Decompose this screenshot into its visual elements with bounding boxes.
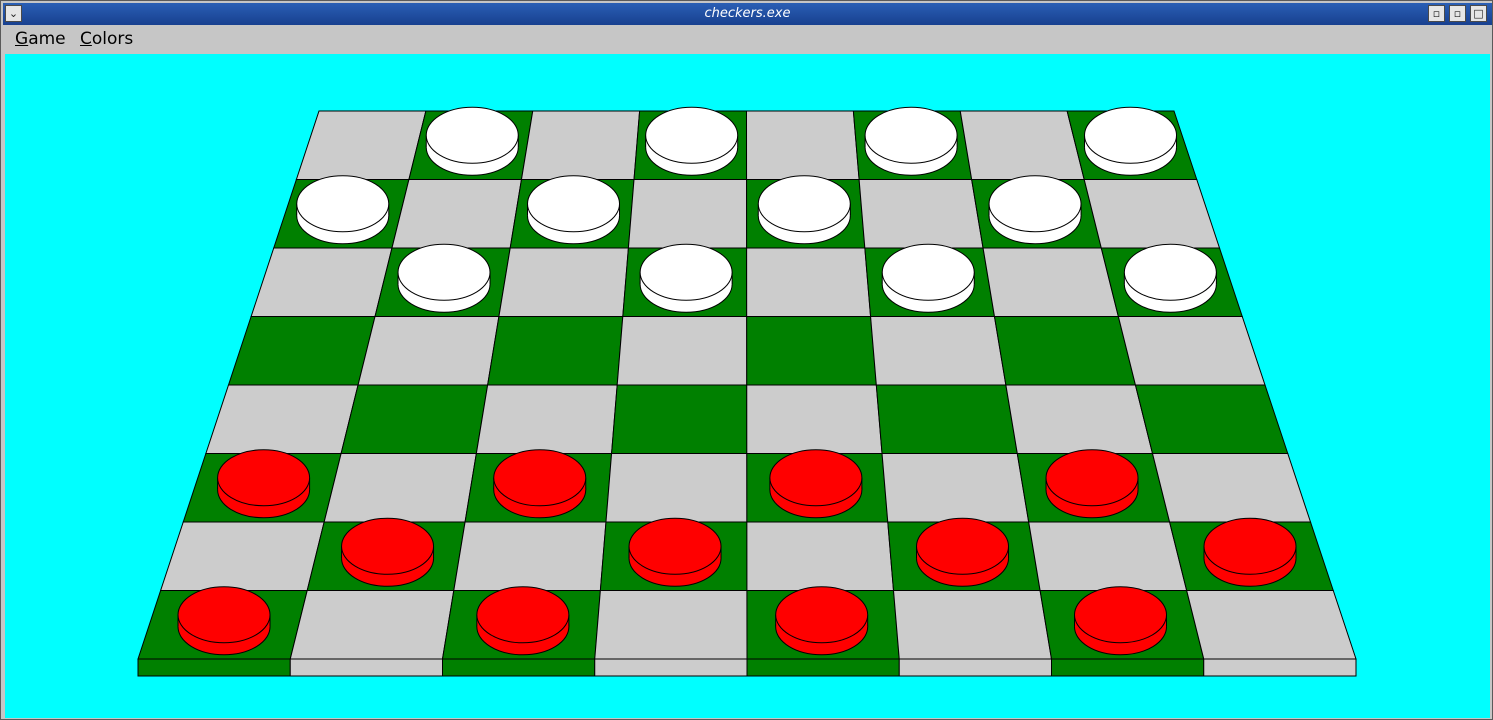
board-square[interactable] (745, 110, 860, 180)
board-square[interactable] (594, 590, 748, 660)
board-square[interactable] (1134, 384, 1289, 454)
board-square[interactable] (295, 110, 427, 180)
board-square[interactable] (357, 316, 500, 386)
red-checker-piece[interactable] (775, 586, 869, 656)
menu-colors-label: olors (91, 29, 134, 49)
white-checker-piece[interactable] (296, 175, 390, 245)
board-square[interactable] (746, 247, 872, 317)
maximize-button[interactable]: □ (1470, 5, 1487, 22)
board-edge (137, 658, 291, 677)
red-checker-piece[interactable] (177, 586, 271, 656)
board-square[interactable] (1005, 384, 1154, 454)
red-checker-piece[interactable] (1074, 586, 1168, 656)
menu-colors-mnemonic: C (80, 29, 92, 49)
board-square[interactable] (340, 384, 489, 454)
board-square[interactable] (250, 247, 393, 317)
red-checker-piece[interactable] (1045, 449, 1139, 519)
menu-colors[interactable]: Colors (80, 29, 133, 49)
board-square[interactable] (1083, 179, 1221, 249)
white-checker-piece[interactable] (864, 106, 958, 176)
board-square[interactable] (875, 384, 1018, 454)
menu-game-label: ame (28, 29, 66, 49)
board-square[interactable] (289, 590, 455, 660)
red-checker-piece[interactable] (916, 517, 1010, 587)
white-checker-piece[interactable] (757, 175, 851, 245)
board-square[interactable] (520, 110, 641, 180)
board-square[interactable] (475, 384, 618, 454)
red-checker-piece[interactable] (628, 517, 722, 587)
board-edge (746, 658, 900, 677)
board-square[interactable] (498, 247, 629, 317)
app-window: ⌄ checkers.exe ▫ ▫ □ Game Colors (0, 0, 1493, 720)
white-checker-piece[interactable] (645, 106, 739, 176)
red-checker-piece[interactable] (1203, 517, 1297, 587)
menu-game[interactable]: Game (15, 29, 66, 49)
board-square[interactable] (616, 316, 748, 386)
board-square[interactable] (205, 384, 359, 454)
board-square[interactable] (605, 453, 748, 523)
board-edge (1051, 658, 1205, 677)
checkers-board[interactable] (5, 54, 1490, 718)
title-bar[interactable]: ⌄ checkers.exe ▫ ▫ □ (3, 3, 1492, 25)
red-checker-piece[interactable] (217, 449, 311, 519)
board-square[interactable] (892, 590, 1053, 660)
board-square[interactable] (959, 110, 1085, 180)
white-checker-piece[interactable] (1084, 106, 1178, 176)
white-checker-piece[interactable] (639, 243, 733, 313)
board-square[interactable] (1186, 590, 1357, 660)
menu-bar: Game Colors (3, 26, 1492, 52)
white-checker-piece[interactable] (1123, 243, 1217, 313)
board-square[interactable] (391, 179, 523, 249)
board-square[interactable] (858, 179, 984, 249)
white-checker-piece[interactable] (397, 243, 491, 313)
board-square[interactable] (982, 247, 1119, 317)
game-canvas[interactable] (5, 54, 1490, 718)
red-checker-piece[interactable] (769, 449, 863, 519)
menu-game-mnemonic: G (15, 29, 29, 49)
board-square[interactable] (1151, 453, 1312, 523)
board-square[interactable] (227, 316, 376, 386)
board-square[interactable] (453, 521, 607, 591)
red-checker-piece[interactable] (493, 449, 587, 519)
board-square[interactable] (993, 316, 1137, 386)
restore-button[interactable]: ▫ (1449, 5, 1466, 22)
board-square[interactable] (1028, 521, 1188, 591)
board-edge (594, 658, 748, 677)
board-square[interactable] (611, 384, 748, 454)
board-square[interactable] (746, 384, 883, 454)
minimize-button[interactable]: ▫ (1428, 5, 1445, 22)
board-square[interactable] (323, 453, 477, 523)
board-square[interactable] (159, 521, 325, 591)
white-checker-piece[interactable] (881, 243, 975, 313)
white-checker-piece[interactable] (527, 175, 621, 245)
white-checker-piece[interactable] (988, 175, 1082, 245)
board-square[interactable] (1117, 316, 1266, 386)
board-square[interactable] (881, 453, 1030, 523)
board-square[interactable] (746, 316, 877, 386)
board-edge (1203, 658, 1357, 677)
board-square[interactable] (627, 179, 748, 249)
board-square[interactable] (870, 316, 1007, 386)
board-edge (289, 658, 443, 677)
board-square[interactable] (487, 316, 624, 386)
board-square[interactable] (746, 521, 895, 591)
white-checker-piece[interactable] (425, 106, 519, 176)
board-edge (898, 658, 1052, 677)
board-edge (442, 658, 596, 677)
red-checker-piece[interactable] (476, 586, 570, 656)
window-title: checkers.exe (704, 6, 791, 21)
red-checker-piece[interactable] (341, 517, 435, 587)
